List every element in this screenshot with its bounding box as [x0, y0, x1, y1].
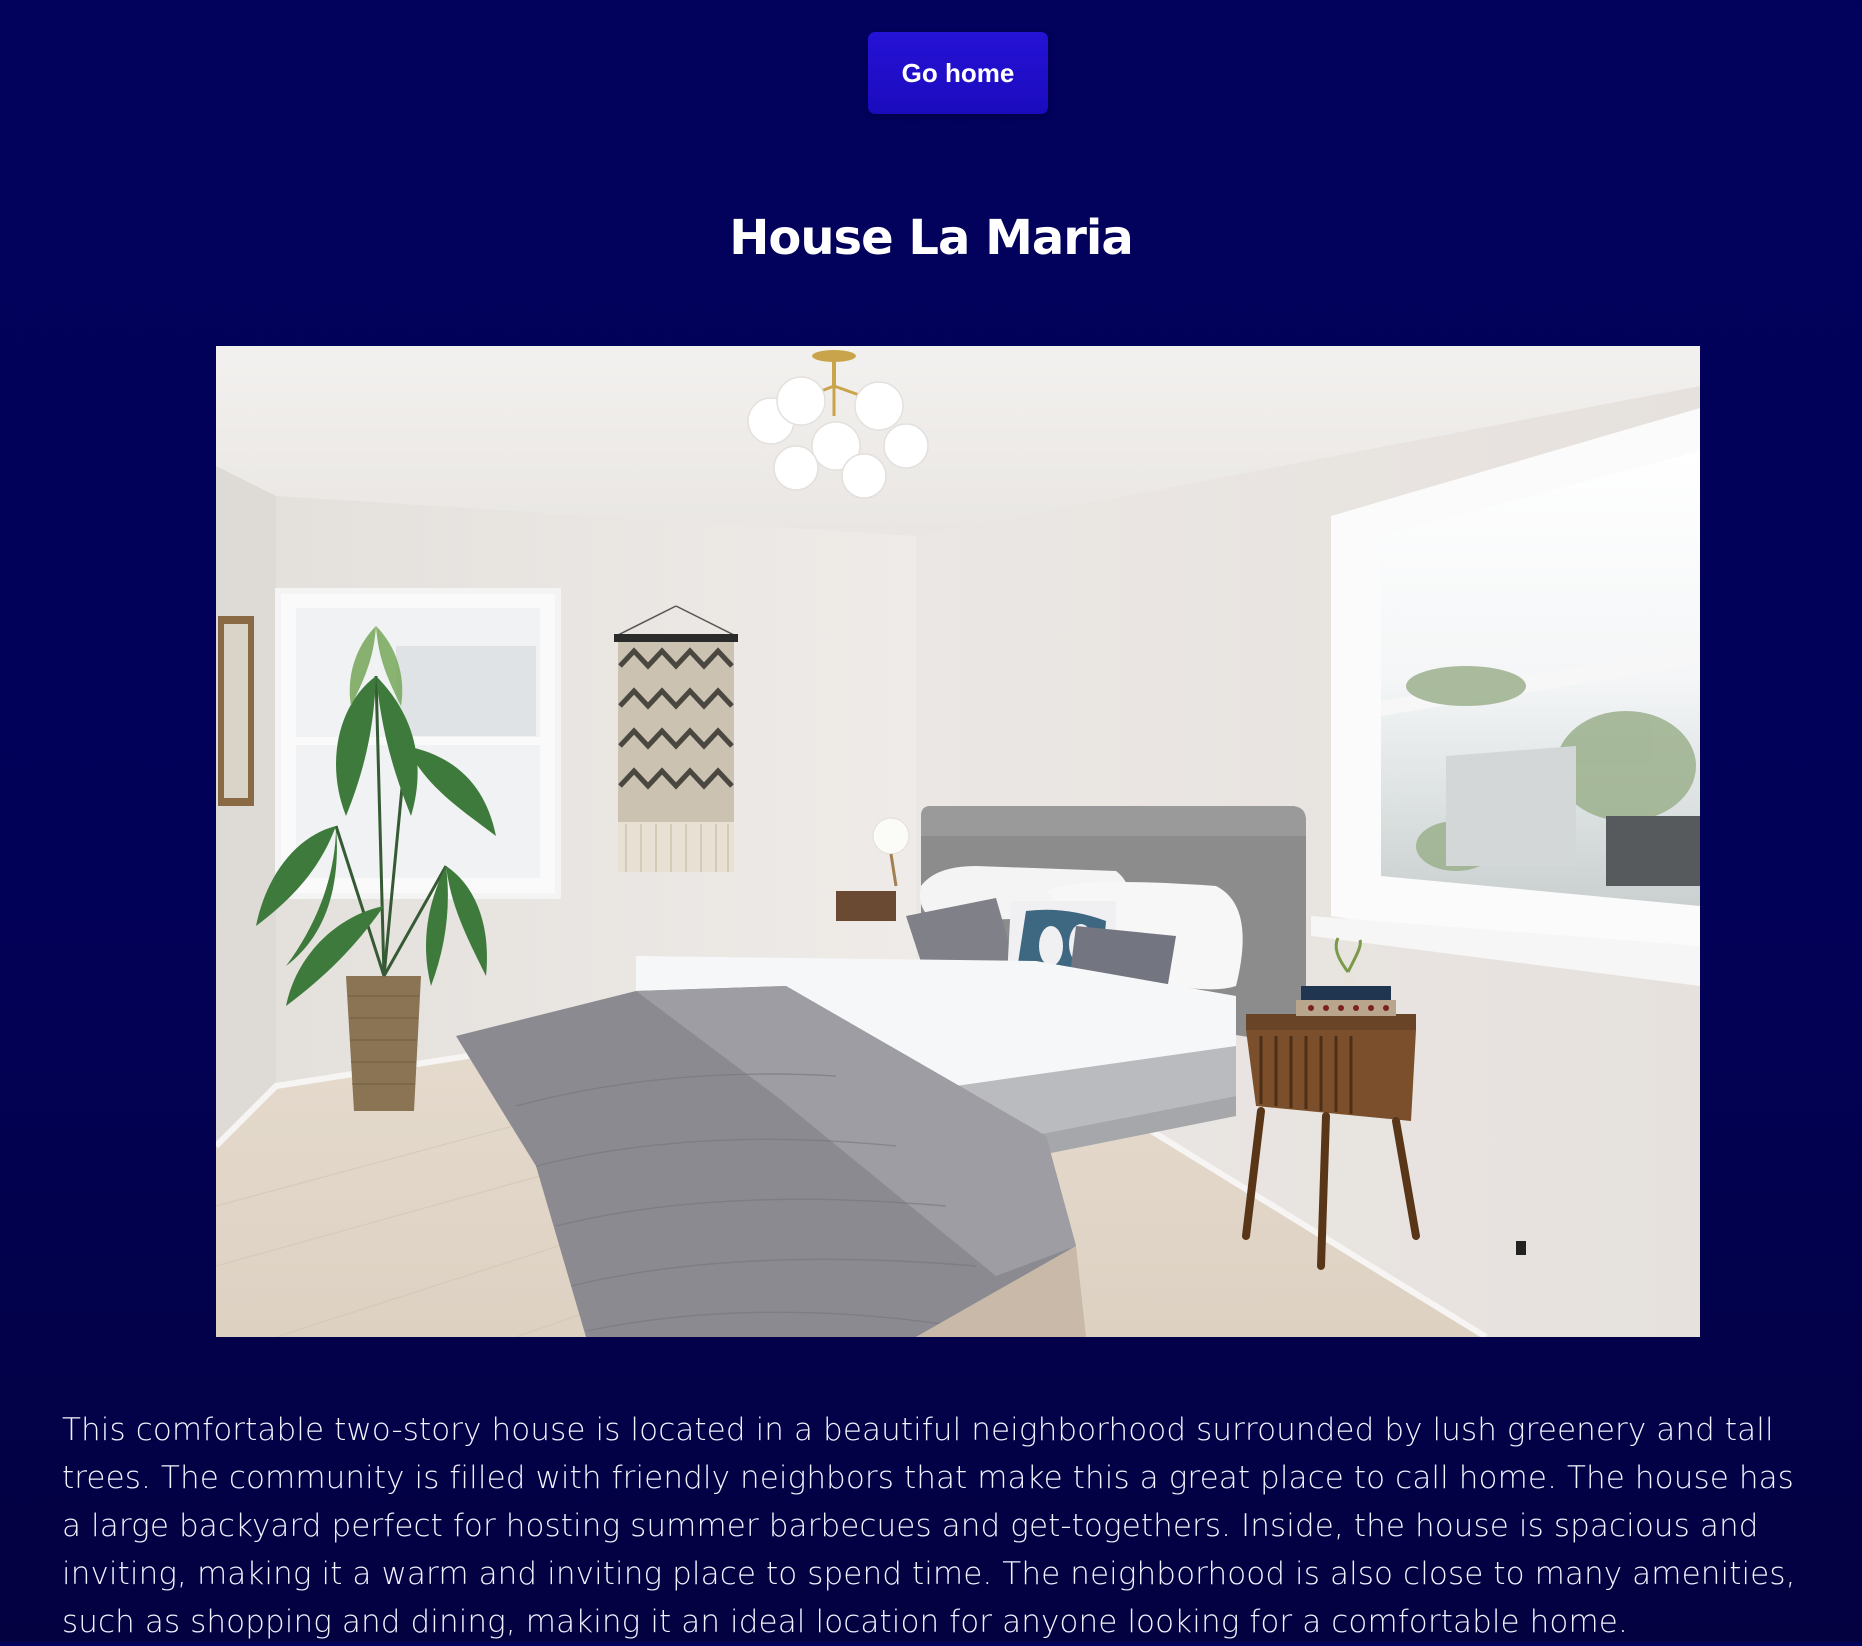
- page-title: House La Maria: [729, 210, 1134, 266]
- listing-description: This comfortable two-story house is loca…: [62, 1412, 1796, 1640]
- house-photo: [216, 346, 1700, 1337]
- go-home-button[interactable]: Go home: [868, 32, 1048, 114]
